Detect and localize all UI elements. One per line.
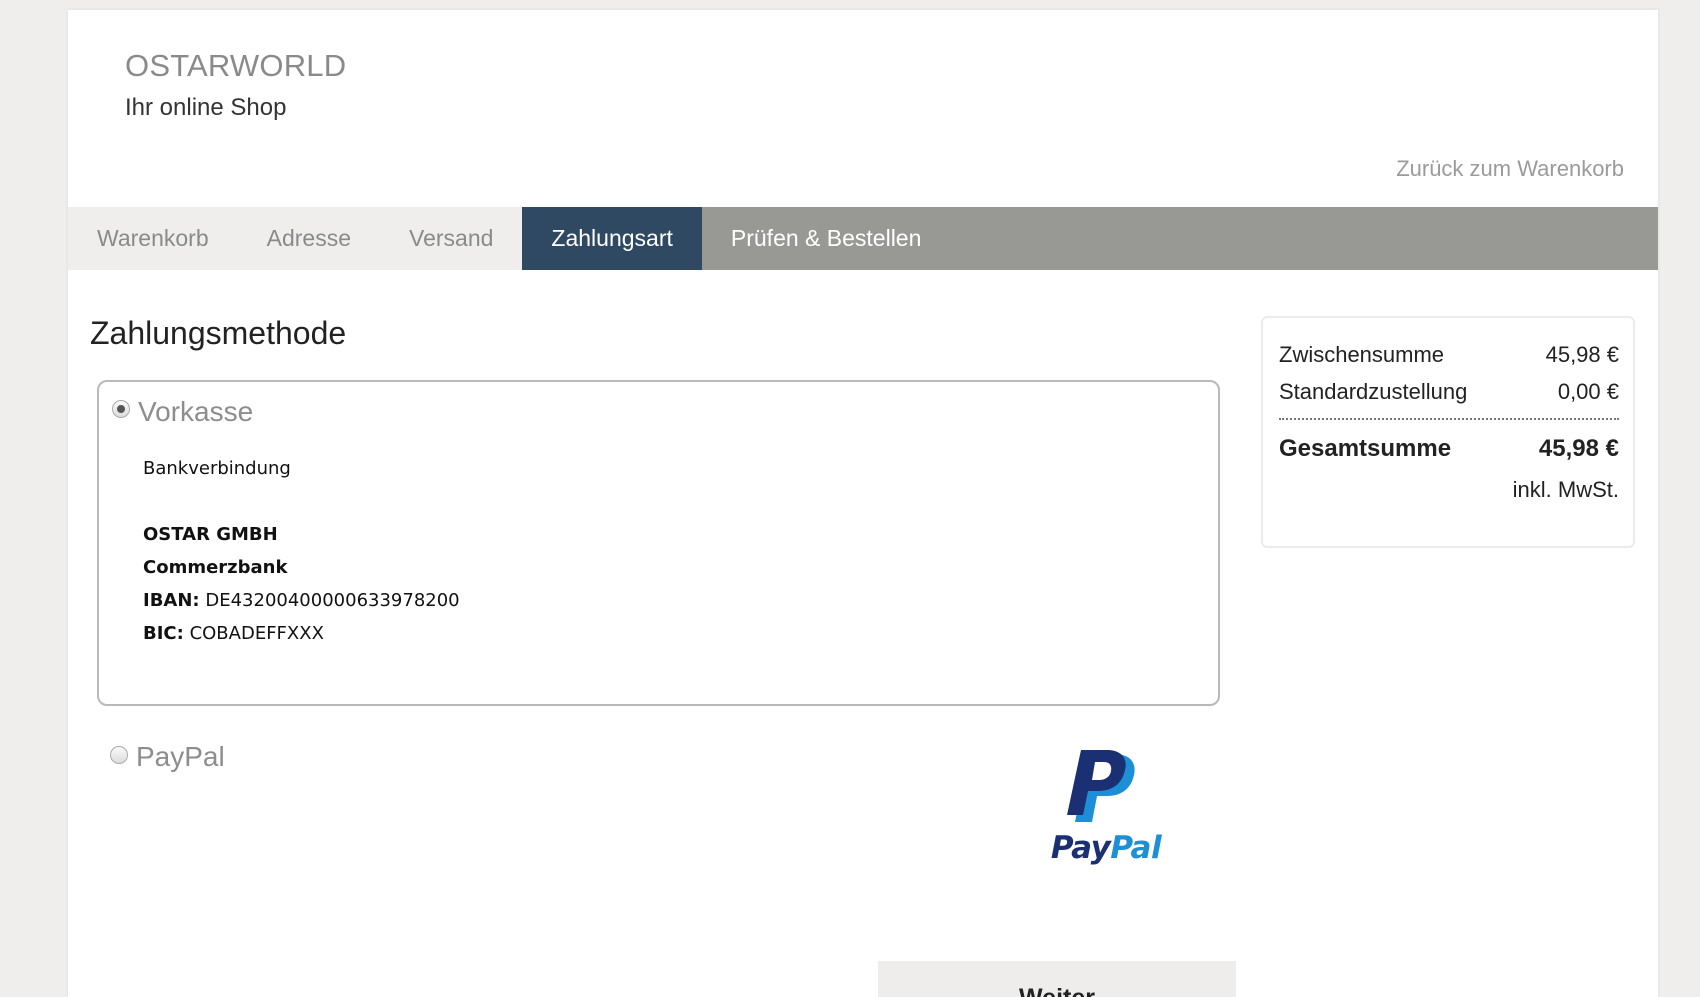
tax-note: inkl. MwSt.: [1512, 477, 1619, 502]
paypal-logo[interactable]: PayPal: [1031, 750, 1181, 870]
bic-row: BIC: COBADEFFXXX: [143, 617, 460, 650]
option-label-paypal[interactable]: PayPal: [136, 741, 225, 773]
radio-vorkasse[interactable]: [112, 400, 130, 418]
paypal-p-icon: [1067, 750, 1135, 822]
order-summary: Zwischensumme 45,98 € Standardzustellung…: [1261, 316, 1635, 548]
bic-label: BIC:: [143, 623, 184, 644]
back-to-cart-link[interactable]: Zurück zum Warenkorb: [1396, 156, 1624, 182]
continue-button[interactable]: Weiter: [878, 961, 1236, 997]
summary-subtotal-row: Zwischensumme 45,98 €: [1279, 342, 1619, 368]
bic-value: COBADEFFXXX: [189, 623, 324, 644]
bank-heading: Bankverbindung: [143, 458, 291, 479]
step-warenkorb[interactable]: Warenkorb: [68, 207, 238, 270]
bank-details: Bankverbindung OSTAR GMBH Commerzbank IB…: [143, 452, 460, 650]
payment-option-vorkasse[interactable]: Vorkasse Bankverbindung OSTAR GMBH Comme…: [97, 380, 1220, 706]
brand-name: OSTARWORLD: [125, 48, 347, 83]
iban-label: IBAN:: [143, 590, 200, 611]
total-label: Gesamtsumme: [1279, 435, 1452, 462]
iban-value: DE43200400000633978200: [205, 590, 460, 611]
step-versand[interactable]: Versand: [380, 207, 523, 270]
iban-row: IBAN: DE43200400000633978200: [143, 584, 460, 617]
radio-paypal[interactable]: [110, 746, 128, 764]
subtotal-value: 45,98 €: [1545, 342, 1619, 367]
summary-divider: [1279, 418, 1619, 420]
step-adresse[interactable]: Adresse: [237, 207, 381, 270]
summary-total-row: Gesamtsumme 45,98 €: [1279, 435, 1619, 463]
checkout-steps: Warenkorb Adresse Versand Zahlungsart Pr…: [68, 207, 1658, 270]
bank-spacer: [143, 485, 460, 518]
brand-tagline: Ihr online Shop: [125, 94, 287, 121]
shipping-value: 0,00 €: [1557, 379, 1619, 404]
subtotal-label: Zwischensumme: [1279, 342, 1445, 367]
paypal-wordmark: PayPal: [1050, 830, 1162, 866]
step-zahlungsart[interactable]: Zahlungsart: [522, 207, 702, 270]
option-label-vorkasse[interactable]: Vorkasse: [138, 396, 253, 428]
section-title: Zahlungsmethode: [90, 315, 347, 351]
step-pruefen-bestellen[interactable]: Prüfen & Bestellen: [702, 207, 951, 270]
total-value: 45,98 €: [1538, 435, 1619, 462]
bank-company: OSTAR GMBH: [143, 524, 278, 545]
bank-name: Commerzbank: [143, 557, 288, 578]
summary-shipping-row: Standardzustellung 0,00 €: [1279, 379, 1619, 405]
checkout-page: OSTARWORLD Ihr online Shop Zurück zum Wa…: [68, 10, 1658, 997]
shipping-label: Standardzustellung: [1279, 379, 1468, 404]
